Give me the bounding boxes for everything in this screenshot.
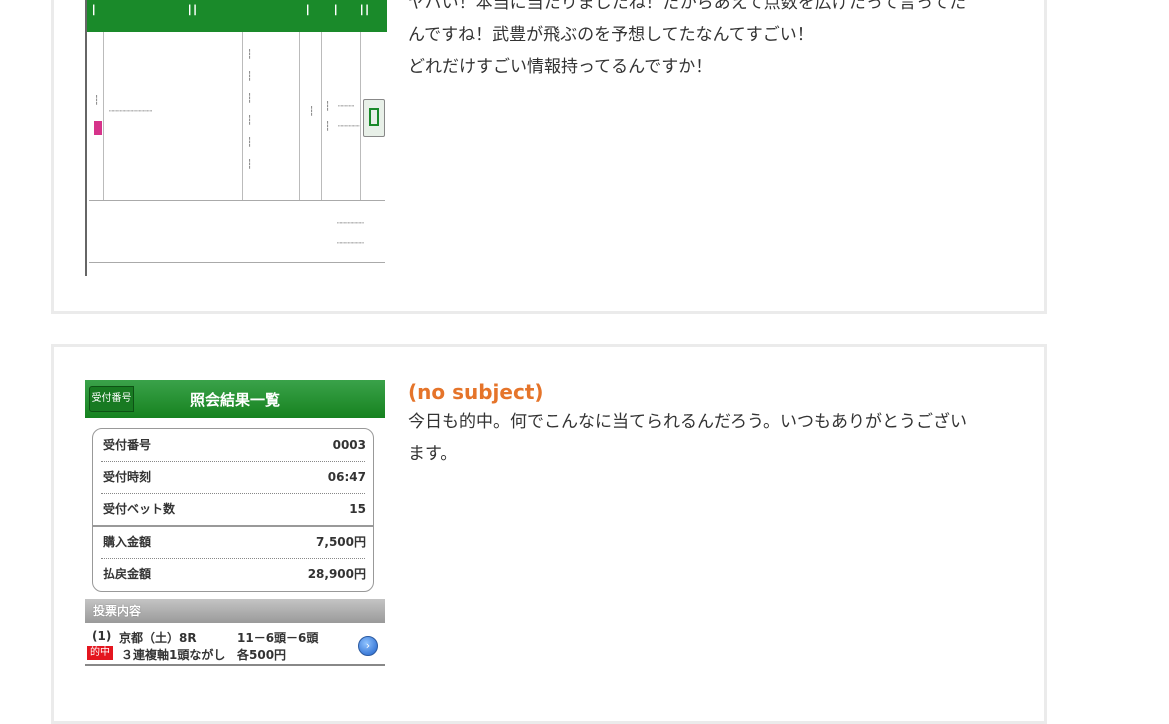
result-screenshot: 受付番号 照会結果一覧 受付番号 0003 受付時刻 06:47 受付ベット数 … <box>85 380 385 667</box>
post-title: (no subject) <box>408 380 544 404</box>
post-1-content: ヤバい！本当に当たりましたね！だからあえて点数を広げたって言ってた んですね！武… <box>408 0 1018 83</box>
row-payout-amount: 払戻金額 28,900円 <box>103 567 366 581</box>
post-2-content: (no subject) 今日も的中。何でこんなに当てられるんだろう。いつもあり… <box>408 378 1018 470</box>
result-header-bar: 受付番号 照会結果一覧 <box>85 380 385 418</box>
ticket-screenshot: ┃ ┃┃ ┃ ┃ ┃┃ ┆ ┈┈┈┈┈┈┈┈ ┆ ┆ ┆ ┆ ┆ ┆ ┆ ┆ ┆ ┈┈┈ ┈┈… <box>85 0 387 276</box>
chevron-right-icon: › <box>358 636 378 656</box>
bet-content-header: 投票内容 <box>85 599 385 623</box>
row-receipt-number: 受付番号 0003 <box>103 438 366 452</box>
hit-marker <box>94 121 102 135</box>
detail-button <box>363 99 385 137</box>
row-bet-count: 受付ベット数 15 <box>103 502 366 516</box>
result-summary-box: 受付番号 0003 受付時刻 06:47 受付ベット数 15 購入金額 7,50… <box>92 428 374 592</box>
post-card-1: ┃ ┃┃ ┃ ┃ ┃┃ ┆ ┈┈┈┈┈┈┈┈ ┆ ┆ ┆ ┆ ┆ ┆ ┆ ┆ ┆ ┈┈┈ ┈┈… <box>51 0 1047 314</box>
row-purchase-amount: 購入金額 7,500円 <box>103 535 366 549</box>
ticket-header-bar: ┃ ┃┃ ┃ ┃ ┃┃ <box>87 0 387 32</box>
hit-badge: 的中 <box>87 646 113 660</box>
bet-amount: 各500円 <box>237 648 287 662</box>
post-body: ヤバい！本当に当たりましたね！だからあえて点数を広げたって言ってた んですね！武… <box>408 0 967 77</box>
bet-type: ３連複軸1頭ながし <box>121 648 226 662</box>
post-body: 今日も的中。何でこんなに当てられるんだろう。いつもありがとうござい ます。 <box>408 412 967 464</box>
post-card-2: 受付番号 照会結果一覧 受付番号 0003 受付時刻 06:47 受付ベット数 … <box>51 344 1047 724</box>
bet-combo: 11－6頭－6頭 <box>237 631 319 645</box>
result-header-title: 照会結果一覧 <box>189 391 280 409</box>
bet-index: (1) <box>92 629 112 643</box>
bet-race: 京都（土）8R <box>119 631 197 645</box>
row-receipt-time: 受付時刻 06:47 <box>103 470 366 484</box>
